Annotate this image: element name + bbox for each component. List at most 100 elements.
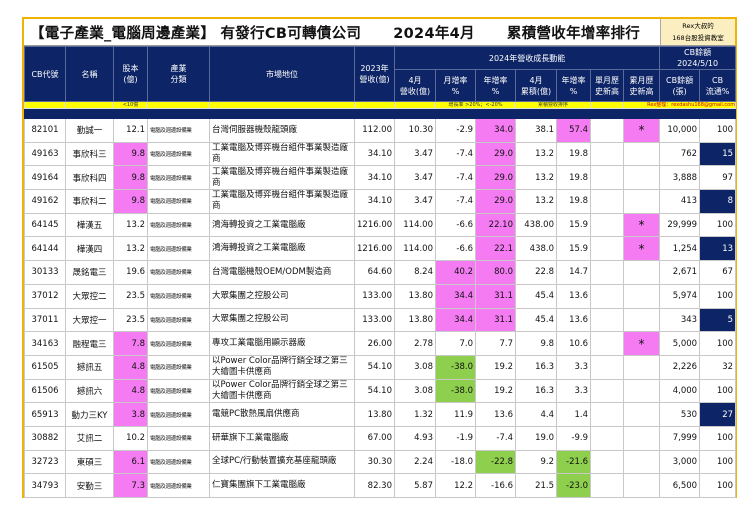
header-industry: 產業 分類 [147, 46, 210, 102]
cumulative-yoy-cell: 19.8 [556, 189, 591, 214]
industry-cell: 電腦及週邊設備業 [147, 283, 210, 309]
month-record-cell [590, 378, 624, 404]
market-position-cell: 工業電腦及博弈機台組件事業製造廠商 [209, 141, 355, 167]
cumulative-yoy-cell: 3.3 [556, 354, 591, 380]
apr-revenue-cell: 114.00 [394, 212, 436, 238]
industry-cell: 電腦及週邊設備業 [147, 402, 210, 427]
cb-balance-cell: 343 [659, 307, 701, 333]
industry-cell: 電腦及週邊設備業 [147, 260, 210, 285]
market-position-cell: 仁寶集團旗下工業電腦廠 [209, 473, 355, 498]
cb-balance-cell: 4,000 [659, 378, 701, 404]
month-record-cell [590, 260, 624, 285]
legend-capital: <10億 [113, 101, 148, 109]
table-row: 65913 動力三KY 3.8 電腦及週邊設備業 電競PC散熱風扇供應商 13.80 1.3… [24, 402, 737, 427]
apr-revenue-cell: 3.08 [394, 354, 436, 380]
apr-revenue-cell: 3.47 [394, 141, 436, 167]
apr-revenue-cell: 13.80 [394, 307, 436, 333]
cb-flow-cell: 8 [699, 189, 737, 214]
header-mom: 月增率 % [435, 69, 476, 102]
legend-band: <10億 增長率 >20%；<-20% 累積營收排序 Rex整理：rexdash… [24, 101, 737, 109]
cumulative-yoy-cell: -21.6 [556, 449, 591, 475]
cb-balance-cell: 3,888 [659, 165, 701, 191]
name-cell: 撼訊六 [65, 378, 114, 404]
apr-revenue-cell: 4.93 [394, 425, 436, 451]
cumulative-record-cell: * [622, 331, 661, 356]
cb-code-cell: 32723 [24, 449, 66, 475]
table-row: 49164 事欣科四 9.8 電腦及週邊設備業 工業電腦及博弈機台組件事業製造廠商 34.… [24, 165, 737, 191]
mom-growth-cell: 34.4 [435, 283, 476, 309]
table-row: 30882 艾訊二 10.2 電腦及週邊設備業 研華旗下工業電腦廠 67.00 4.93 -1… [24, 425, 737, 451]
capital-cell: 23.5 [113, 283, 148, 309]
cumulative-record-cell [622, 307, 661, 333]
rev-2023-cell: 30.30 [354, 449, 395, 475]
mom-growth-cell: -2.9 [435, 118, 476, 143]
market-position-cell: 工業電腦及博弈機台組件事業製造廠商 [209, 165, 355, 191]
table-row: 64144 樺漢四 13.2 電腦及週邊設備業 鴻海轉投資之工業電腦廠 1216.00 11… [24, 236, 737, 262]
cumulative-yoy-cell: 14.7 [556, 260, 591, 285]
capital-cell: 23.5 [113, 307, 148, 333]
cb-code-cell: 30133 [24, 260, 66, 285]
apr-cumulative-cell: 4.4 [515, 402, 557, 427]
cb-balance-cell: 7,999 [659, 425, 701, 451]
month-record-cell [590, 402, 624, 427]
rev-2023-cell: 54.10 [354, 378, 395, 404]
table-row: 37012 大眾控二 23.5 電腦及週邊設備業 大眾集團之控股公司 133.00 13.8… [24, 283, 737, 309]
rev-2023-cell: 34.10 [354, 165, 395, 191]
cb-balance-cell: 1,254 [659, 236, 701, 262]
cumulative-record-cell [622, 402, 661, 427]
table-row: 34793 安勤三 7.3 電腦及週邊設備業 仁寶集團旗下工業電腦廠 82.30 5.87 1… [24, 473, 737, 498]
capital-cell: 10.2 [113, 425, 148, 451]
cb-flow-cell: 27 [699, 402, 737, 427]
name-cell: 晟銘電三 [65, 260, 114, 285]
cumulative-yoy-cell: 15.9 [556, 212, 591, 238]
cumulative-yoy-cell: 1.4 [556, 402, 591, 427]
mom-growth-cell: -7.4 [435, 165, 476, 191]
mom-growth-cell: -1.9 [435, 425, 476, 451]
cb-flow-cell: 100 [699, 378, 737, 404]
cb-flow-cell: 67 [699, 260, 737, 285]
cb-code-cell: 49164 [24, 165, 66, 191]
yoy-growth-cell: 34.0 [475, 118, 516, 143]
capital-cell: 6.1 [113, 449, 148, 475]
market-position-cell: 研華旗下工業電腦廠 [209, 425, 355, 451]
cb-flow-cell: 32 [699, 354, 737, 380]
cb-ranking-sheet: 【電子產業_電腦周邊產業】 有發行CB可轉債公司 2024年4月 累積營收年增率… [22, 17, 737, 498]
yoy-growth-cell: 29.0 [475, 189, 516, 214]
header-rev2023: 2023年 營收(億) [354, 46, 395, 102]
mom-growth-cell: -18.0 [435, 449, 476, 475]
name-cell: 大眾控一 [65, 307, 114, 333]
rev-2023-cell: 133.00 [354, 307, 395, 333]
cb-code-cell: 49162 [24, 189, 66, 214]
market-position-cell: 台灣電腦機殼OEM/ODM製造商 [209, 260, 355, 285]
rev-2023-cell: 112.00 [354, 118, 395, 143]
name-cell: 艾訊二 [65, 425, 114, 451]
apr-revenue-cell: 3.47 [394, 165, 436, 191]
cb-code-cell: 37012 [24, 283, 66, 309]
cb-balance-cell: 5,000 [659, 331, 701, 356]
page-title: 【電子產業_電腦周邊產業】 有發行CB可轉債公司 2024年4月 累積營收年增率… [30, 25, 641, 42]
cb-code-cell: 37011 [24, 307, 66, 333]
month-record-cell [590, 449, 624, 475]
yoy-growth-cell: -7.4 [475, 425, 516, 451]
apr-cumulative-cell: 13.2 [515, 141, 557, 167]
apr-cumulative-cell: 13.2 [515, 189, 557, 214]
cumulative-yoy-cell: 13.6 [556, 307, 591, 333]
month-record-cell [590, 473, 624, 498]
table-row: 64145 樺漢五 13.2 電腦及週邊設備業 鴻海轉投資之工業電腦廠 1216.00 11… [24, 212, 737, 238]
market-position-cell: 工業電腦及博弈機台組件事業製造廠商 [209, 189, 355, 214]
mom-growth-cell: 11.9 [435, 402, 476, 427]
market-position-cell: 以Power Color品牌行銷全球之第三大繪圖卡供應商 [209, 378, 355, 404]
yoy-growth-cell: 19.2 [475, 378, 516, 404]
industry-cell: 電腦及週邊設備業 [147, 354, 210, 380]
mom-growth-cell: -7.4 [435, 141, 476, 167]
header-cum-high: 累月歷 史新高 [622, 69, 661, 102]
rev-2023-cell: 13.80 [354, 402, 395, 427]
name-cell: 事欣科三 [65, 141, 114, 167]
capital-cell: 19.6 [113, 260, 148, 285]
apr-cumulative-cell: 16.3 [515, 354, 557, 380]
table-row: 37011 大眾控一 23.5 電腦及週邊設備業 大眾集團之控股公司 133.00 13.8… [24, 307, 737, 333]
apr-revenue-cell: 2.78 [394, 331, 436, 356]
cb-balance-cell: 530 [659, 402, 701, 427]
apr-revenue-cell: 3.08 [394, 378, 436, 404]
yoy-growth-cell: 22.1 [475, 236, 516, 262]
